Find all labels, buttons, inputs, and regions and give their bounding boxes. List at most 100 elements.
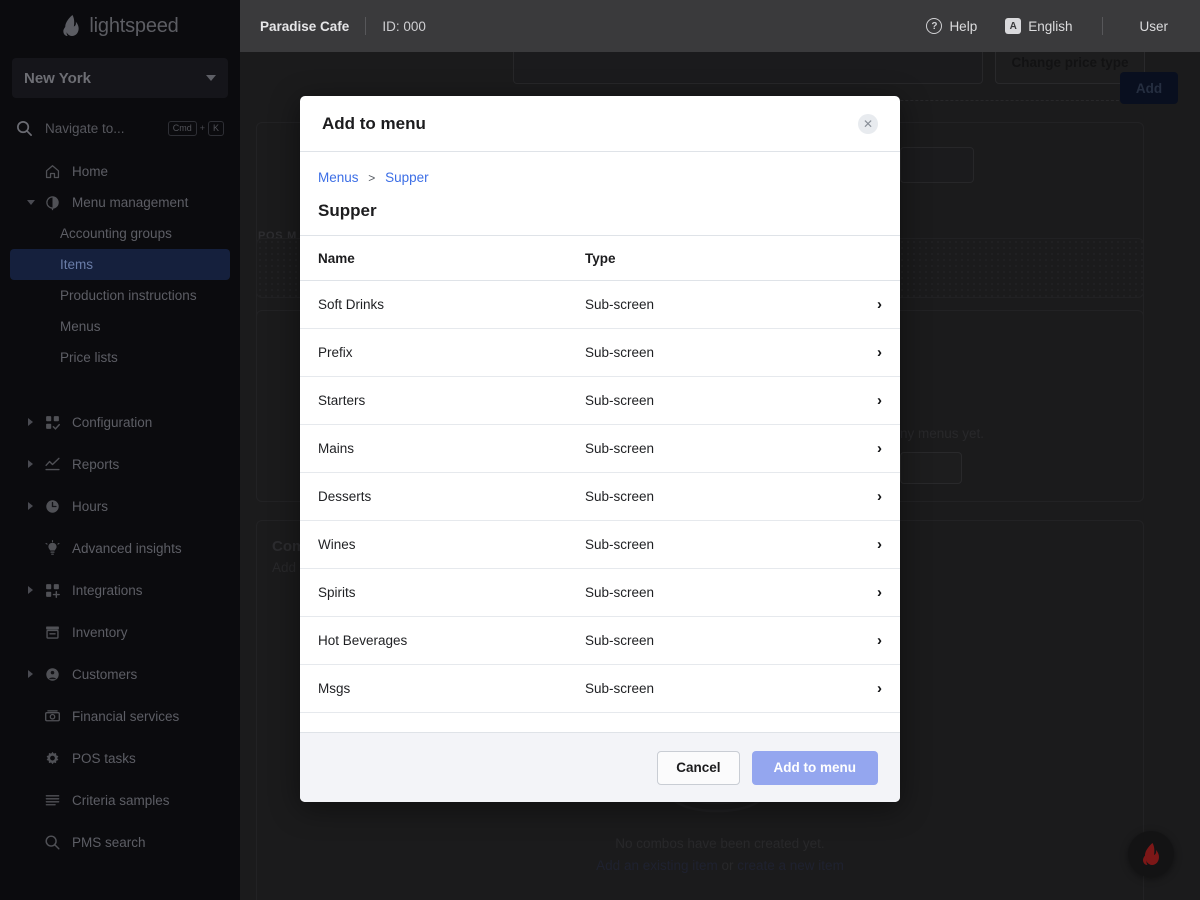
- user-label: User: [1139, 18, 1168, 34]
- table-row[interactable]: Starters Sub-screen ›: [300, 377, 900, 425]
- reports-icon: [45, 457, 60, 470]
- language-button[interactable]: A English: [991, 18, 1086, 34]
- sidebar-item-label: Criteria samples: [72, 792, 170, 808]
- row-name: Msgs: [318, 681, 351, 696]
- sidebar-item-label: Price lists: [60, 350, 118, 365]
- sidebar-item-items[interactable]: Items: [10, 249, 230, 280]
- chevron-right-icon[interactable]: ›: [852, 296, 882, 313]
- sidebar-item-menus[interactable]: Menus: [0, 311, 240, 342]
- breadcrumb-item-menus[interactable]: Menus: [318, 170, 359, 185]
- chevron-right-icon: [28, 586, 33, 594]
- sidebar-item-advanced-insights[interactable]: Advanced insights: [0, 527, 240, 569]
- close-icon[interactable]: ✕: [858, 113, 878, 134]
- sidebar-item-configuration[interactable]: Configuration: [0, 401, 240, 443]
- brand-logo[interactable]: lightspeed: [0, 0, 240, 52]
- dialog-footer: Cancel Add to menu: [300, 732, 900, 802]
- column-header-name: Name: [318, 250, 355, 266]
- sidebar-item-home[interactable]: Home: [0, 156, 240, 187]
- kbd-cmd: Cmd: [167, 120, 197, 136]
- configuration-icon: [46, 415, 61, 430]
- row-name: Soft Drinks: [318, 297, 385, 312]
- row-type: Sub-screen: [585, 633, 655, 648]
- help-label: Help: [949, 18, 978, 34]
- table-body: Soft Drinks Sub-screen › Prefix Sub-scre…: [300, 281, 900, 732]
- row-name: Prefix: [318, 345, 353, 360]
- chevron-right-icon[interactable]: ›: [852, 392, 882, 409]
- sidebar-item-label: Items: [60, 257, 94, 272]
- sidebar-item-inventory[interactable]: Inventory: [0, 611, 240, 653]
- sidebar-item-label: Customers: [72, 666, 138, 682]
- sidebar-nav: Home Menu management Accounting groups I…: [0, 156, 240, 863]
- sidebar-item-pos-tasks[interactable]: POS tasks: [0, 737, 240, 779]
- sidebar-item-hours[interactable]: Hours: [0, 485, 240, 527]
- row-type: Sub-screen: [585, 441, 655, 456]
- breadcrumb-item-supper[interactable]: Supper: [385, 170, 429, 185]
- chevron-down-icon: [27, 200, 35, 205]
- sidebar-item-customers[interactable]: Customers: [0, 653, 240, 695]
- breadcrumb-separator: >: [368, 171, 376, 185]
- sidebar-item-label: Accounting groups: [60, 226, 172, 241]
- table-row[interactable]: Soft Drinks Sub-screen ›: [300, 281, 900, 329]
- table-row[interactable]: Spirits Sub-screen ›: [300, 569, 900, 617]
- sidebar-item-price-lists[interactable]: Price lists: [0, 342, 240, 373]
- sidebar-item-label: Configuration: [72, 414, 153, 430]
- user-menu-button[interactable]: User: [1119, 19, 1180, 34]
- nav-search-shortcut: Cmd + K: [167, 120, 224, 136]
- help-button[interactable]: ? Help: [912, 18, 991, 34]
- cancel-button[interactable]: Cancel: [657, 750, 740, 785]
- search-icon: [45, 834, 60, 850]
- sidebar-item-label: Financial services: [72, 708, 180, 724]
- menu-management-icon: [46, 196, 59, 211]
- sidebar-item-pms-search[interactable]: PMS search: [0, 821, 240, 863]
- customers-icon: [46, 667, 59, 681]
- gear-icon: [46, 751, 59, 764]
- sidebar-item-production-instructions[interactable]: Production instructions: [0, 280, 240, 311]
- inventory-icon: [46, 626, 59, 639]
- chevron-right-icon[interactable]: ›: [852, 584, 882, 601]
- chevron-right-icon[interactable]: ›: [852, 632, 882, 649]
- integrations-icon: [46, 583, 60, 598]
- sidebar-item-label: Hours: [72, 498, 109, 514]
- table-row[interactable]: Mains Sub-screen ›: [300, 425, 900, 473]
- add-to-menu-button[interactable]: Add to menu: [751, 750, 878, 785]
- table-row[interactable]: Wines Sub-screen ›: [300, 521, 900, 569]
- chevron-right-icon[interactable]: ›: [852, 536, 882, 553]
- row-type: Sub-screen: [585, 537, 655, 552]
- sidebar-item-menu-management[interactable]: Menu management: [0, 187, 240, 218]
- row-name: Hot Beverages: [318, 633, 408, 648]
- dialog-title: Add to menu: [322, 113, 426, 133]
- nav-search[interactable]: Navigate to... Cmd + K: [0, 106, 240, 150]
- add-to-menu-dialog: Add to menu ✕ Menus > Supper Supper Name…: [300, 96, 900, 802]
- sidebar-item-integrations[interactable]: Integrations: [0, 569, 240, 611]
- sidebar-item-label: Inventory: [72, 624, 128, 640]
- app-root: Change price type POS M Add an combo se …: [0, 0, 1200, 900]
- chevron-right-icon[interactable]: ›: [852, 680, 882, 697]
- sidebar-item-label: Home: [72, 164, 109, 179]
- location-selector[interactable]: New York: [12, 58, 228, 98]
- sidebar-item-reports[interactable]: Reports: [0, 443, 240, 485]
- topbar-divider: [365, 17, 367, 35]
- clock-icon: [46, 499, 59, 513]
- kbd-k: K: [207, 120, 224, 136]
- sidebar-item-criteria-samples[interactable]: Criteria samples: [0, 779, 240, 821]
- sidebar-item-financial-services[interactable]: Financial services: [0, 695, 240, 737]
- location-name: New York: [24, 69, 91, 87]
- table-row[interactable]: Prefix Sub-screen ›: [300, 329, 900, 377]
- sidebar-item-label: Production instructions: [60, 288, 197, 303]
- language-icon: A: [1005, 18, 1022, 34]
- venue-name: Paradise Cafe: [260, 18, 350, 34]
- chevron-right-icon[interactable]: ›: [852, 488, 882, 505]
- search-icon: [17, 120, 32, 136]
- nav-search-placeholder: Navigate to...: [45, 120, 125, 136]
- cancel-button-label: Cancel: [676, 760, 721, 775]
- table-row[interactable]: Desserts Sub-screen ›: [300, 473, 900, 521]
- chevron-right-icon[interactable]: ›: [852, 344, 882, 361]
- language-label: English: [1028, 18, 1073, 34]
- table-row[interactable]: Hot Beverages Sub-screen ›: [300, 617, 900, 665]
- venue-id: ID: 000: [382, 18, 426, 34]
- sidebar-item-label: POS tasks: [72, 750, 136, 766]
- chevron-right-icon[interactable]: ›: [852, 440, 882, 457]
- sidebar-item-accounting-groups[interactable]: Accounting groups: [0, 218, 240, 249]
- table-row[interactable]: Msgs Sub-screen ›: [300, 665, 900, 713]
